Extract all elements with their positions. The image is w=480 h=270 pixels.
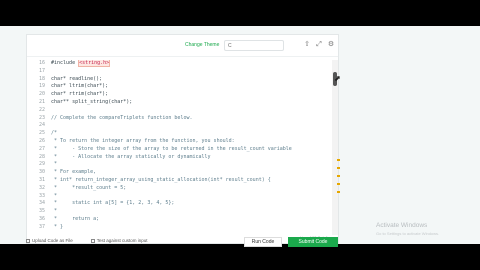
code-line: 33 * [27, 193, 332, 201]
code-text: #include [51, 60, 79, 66]
line-number: 27 [38, 145, 45, 152]
code-text: * [51, 192, 58, 199]
fullscreen-icon[interactable]: ⤢ [315, 41, 323, 49]
line-number: 17 [38, 67, 45, 74]
code-text: * static int a[5] = {1, 2, 3, 4, 5}; [51, 200, 175, 207]
code-line: 25 /* [27, 130, 332, 138]
bottom-black-bar [0, 244, 480, 270]
code-text: * For example, [51, 169, 97, 176]
highlighted-token: <string.h> [78, 60, 111, 67]
mouse-cursor-icon: ⬈ [334, 74, 341, 83]
line-number: 36 [38, 215, 45, 222]
overview-marker [337, 191, 340, 193]
line-number: 26 [38, 137, 45, 144]
run-code-button[interactable]: Run Code [244, 237, 282, 247]
line-number: 22 [38, 106, 45, 113]
upload-code-option[interactable]: Upload Code as File [26, 238, 73, 243]
code-line: 36 * return a; [27, 216, 332, 224]
custom-input-label: Test against custom input [96, 238, 148, 243]
code-line: 29 * [27, 161, 332, 169]
code-text: * *result_count = 5; [51, 184, 127, 191]
code-text: char* ltrim(char*); [51, 83, 109, 90]
line-number: 35 [38, 208, 45, 215]
code-text: char* rtrim(char*); [51, 91, 109, 98]
line-number: 16 [38, 60, 45, 66]
code-text: * To return the integer array from the f… [51, 137, 235, 144]
code-text: * - Store the size of the array to be re… [51, 145, 292, 152]
code-line: 22 [27, 107, 332, 115]
upload-icon [26, 238, 30, 243]
code-line: 28 * - Allocate the array statically or … [27, 154, 332, 162]
line-number: 18 [38, 75, 45, 82]
code-line: 20 char* rtrim(char*); [27, 91, 332, 99]
theme-select[interactable]: C [224, 40, 284, 51]
code-text: * - Allocate the array statically or dyn… [51, 153, 211, 160]
code-text: char** split_string(char*); [51, 98, 133, 105]
settings-icon[interactable]: ⚙ [327, 41, 335, 49]
code-text: * [51, 161, 58, 168]
custom-input-option[interactable]: Test against custom input [90, 238, 148, 243]
code-line: 21 char** split_string(char*); [27, 99, 332, 107]
code-line: 32 * *result_count = 5; [27, 185, 332, 193]
editor-scrollbar[interactable] [332, 60, 338, 235]
code-text: * int* return_integer_array_using_static… [51, 176, 271, 183]
line-number: 25 [38, 130, 45, 137]
line-number: 32 [38, 184, 45, 191]
overview-marker [337, 183, 340, 185]
code-line: 18 char* readline(); [27, 76, 332, 84]
theme-select-value: C [228, 43, 232, 49]
code-line: 31 * int* return_integer_array_using_sta… [27, 177, 332, 185]
page-area: Change Theme C ⇧ ⤢ ⚙ 16 #include <string.… [0, 26, 480, 244]
line-number: 20 [38, 91, 45, 98]
code-line: 17 [27, 68, 332, 76]
editor-toolbar: Change Theme C ⇧ ⤢ ⚙ [27, 35, 338, 57]
code-line: 16 #include <string.h> [27, 60, 332, 68]
line-number: 31 [38, 176, 45, 183]
line-number: 24 [38, 122, 45, 129]
line-number: 23 [38, 114, 45, 121]
upload-code-label: Upload Code as File [32, 238, 73, 243]
checkbox-icon [90, 238, 95, 243]
code-line: 23 // Complete the compareTriplets functi… [27, 115, 332, 123]
line-number: 29 [38, 161, 45, 168]
code-text: char* readline(); [51, 75, 103, 82]
code-text: /* [51, 130, 58, 137]
footer-options: Upload Code as File Test against custom … [26, 238, 148, 243]
upload-icon[interactable]: ⇧ [303, 41, 311, 49]
activate-windows-title: Activate Windows [376, 222, 428, 229]
code-text: * } [51, 223, 64, 230]
line-number: 34 [38, 200, 45, 207]
code-line: 24 [27, 122, 332, 130]
submit-code-button[interactable]: Submit Code [288, 237, 338, 247]
line-number: 30 [38, 169, 45, 176]
code-line: 30 * For example, [27, 169, 332, 177]
line-number: 33 [38, 192, 45, 199]
code-text: // Complete the compareTriplets function… [51, 114, 193, 121]
code-line: 34 * static int a[5] = {1, 2, 3, 4, 5}; [27, 200, 332, 208]
line-number: 21 [38, 98, 45, 105]
overview-marker [337, 175, 340, 177]
code-line: 26 * To return the integer array from th… [27, 138, 332, 146]
change-theme-button[interactable]: Change Theme [185, 42, 219, 48]
overview-marker [337, 159, 340, 161]
line-number: 28 [38, 153, 45, 160]
code-area[interactable]: 16 #include <string.h> 17 18 char* readline(… [27, 60, 332, 235]
line-number: 37 [38, 223, 45, 230]
code-editor-panel: Change Theme C ⇧ ⤢ ⚙ 16 #include <string.… [26, 34, 339, 244]
code-line: 37 * } [27, 224, 332, 232]
top-black-bar [0, 0, 480, 26]
code-text: * [51, 208, 58, 215]
code-line: 27 * - Store the size of the array to be… [27, 146, 332, 154]
code-line: 19 char* ltrim(char*); [27, 83, 332, 91]
activate-windows-subtitle: Go to Settings to activate Windows. [376, 231, 440, 236]
code-text: * return a; [51, 215, 100, 222]
line-number: 19 [38, 83, 45, 90]
code-line: 35 * [27, 208, 332, 216]
overview-marker [337, 167, 340, 169]
